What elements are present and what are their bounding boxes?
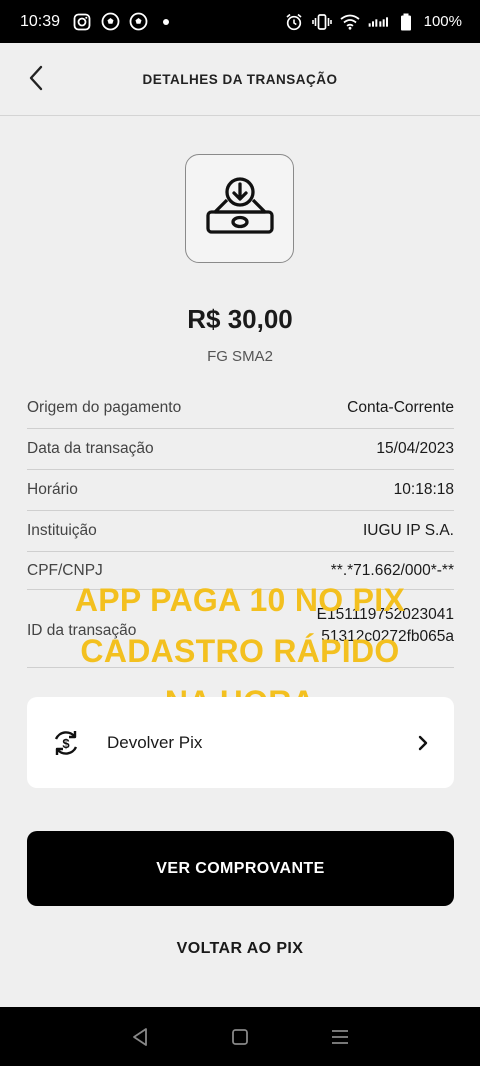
- battery-icon: [396, 12, 416, 32]
- transaction-amount: R$ 30,00: [187, 304, 293, 334]
- status-right-icons: 100%: [284, 12, 462, 32]
- vibrate-icon: [311, 12, 332, 32]
- instagram-icon: [72, 12, 92, 32]
- devolver-pix-card[interactable]: $ Devolver Pix: [27, 697, 454, 788]
- detail-label: Horário: [27, 481, 78, 498]
- transaction-details: Origem do pagamento Conta-Corrente Data …: [27, 388, 454, 668]
- status-left-icons: [72, 12, 176, 32]
- recents-lines-icon[interactable]: [328, 1025, 352, 1049]
- detail-value: 15/04/2023: [376, 440, 454, 457]
- chevron-left-icon: [28, 65, 44, 96]
- detail-value: IUGU IP S.A.: [362, 522, 454, 539]
- detail-label: CPF/CNPJ: [27, 561, 103, 579]
- alarm-icon: [284, 12, 304, 32]
- page-title: DETALHES DA TRANSAÇÃO: [142, 71, 338, 87]
- soccer-ball-icon: [100, 12, 120, 32]
- detail-value: 10:18:18: [393, 481, 454, 498]
- svg-text:$: $: [62, 736, 70, 751]
- signal-icon: [368, 12, 388, 32]
- back-triangle-icon[interactable]: [128, 1025, 152, 1049]
- detail-value: Conta-Corrente: [347, 399, 454, 416]
- detail-row-origem: Origem do pagamento Conta-Corrente: [27, 388, 454, 429]
- overlay-text-line2: CADASTRO RÁPIDO: [80, 633, 400, 669]
- dot-icon: [156, 12, 176, 32]
- status-time: 10:39: [20, 12, 61, 30]
- overlay-text-line1: APP PAGA 10 NO PIX: [74, 582, 406, 618]
- detail-row-data: Data da transação 15/04/2023: [27, 429, 454, 470]
- back-button[interactable]: [22, 65, 50, 95]
- detail-label: Origem do pagamento: [27, 399, 182, 416]
- wifi-icon: [340, 12, 360, 32]
- detail-row-horario: Horário 10:18:18: [27, 470, 454, 511]
- system-nav-bar: [0, 1007, 480, 1066]
- detail-row-instituicao: Instituição IUGU IP S.A.: [27, 511, 454, 552]
- battery-percent: 100%: [423, 13, 462, 30]
- app-header: DETALHES DA TRANSAÇÃO: [0, 43, 480, 116]
- refund-dollar-icon: $: [51, 728, 81, 758]
- transaction-icon-box: [185, 154, 294, 263]
- soccer-ball-icon: [128, 12, 148, 32]
- detail-label: Data da transação: [27, 440, 154, 457]
- detail-label: Instituição: [27, 522, 97, 539]
- money-tray-download-icon: [203, 174, 277, 243]
- chevron-right-icon: [416, 733, 430, 753]
- voltar-ao-pix-button[interactable]: VOLTAR AO PIX: [0, 940, 480, 958]
- home-square-icon[interactable]: [228, 1025, 252, 1049]
- status-bar: 10:39 100%: [0, 0, 480, 43]
- devolver-pix-label: Devolver Pix: [107, 732, 203, 752]
- ver-comprovante-button[interactable]: VER COMPROVANTE: [27, 831, 454, 906]
- transaction-recipient: FG SMA2: [207, 348, 273, 365]
- detail-value: **.*71.662/000*-**: [330, 561, 454, 579]
